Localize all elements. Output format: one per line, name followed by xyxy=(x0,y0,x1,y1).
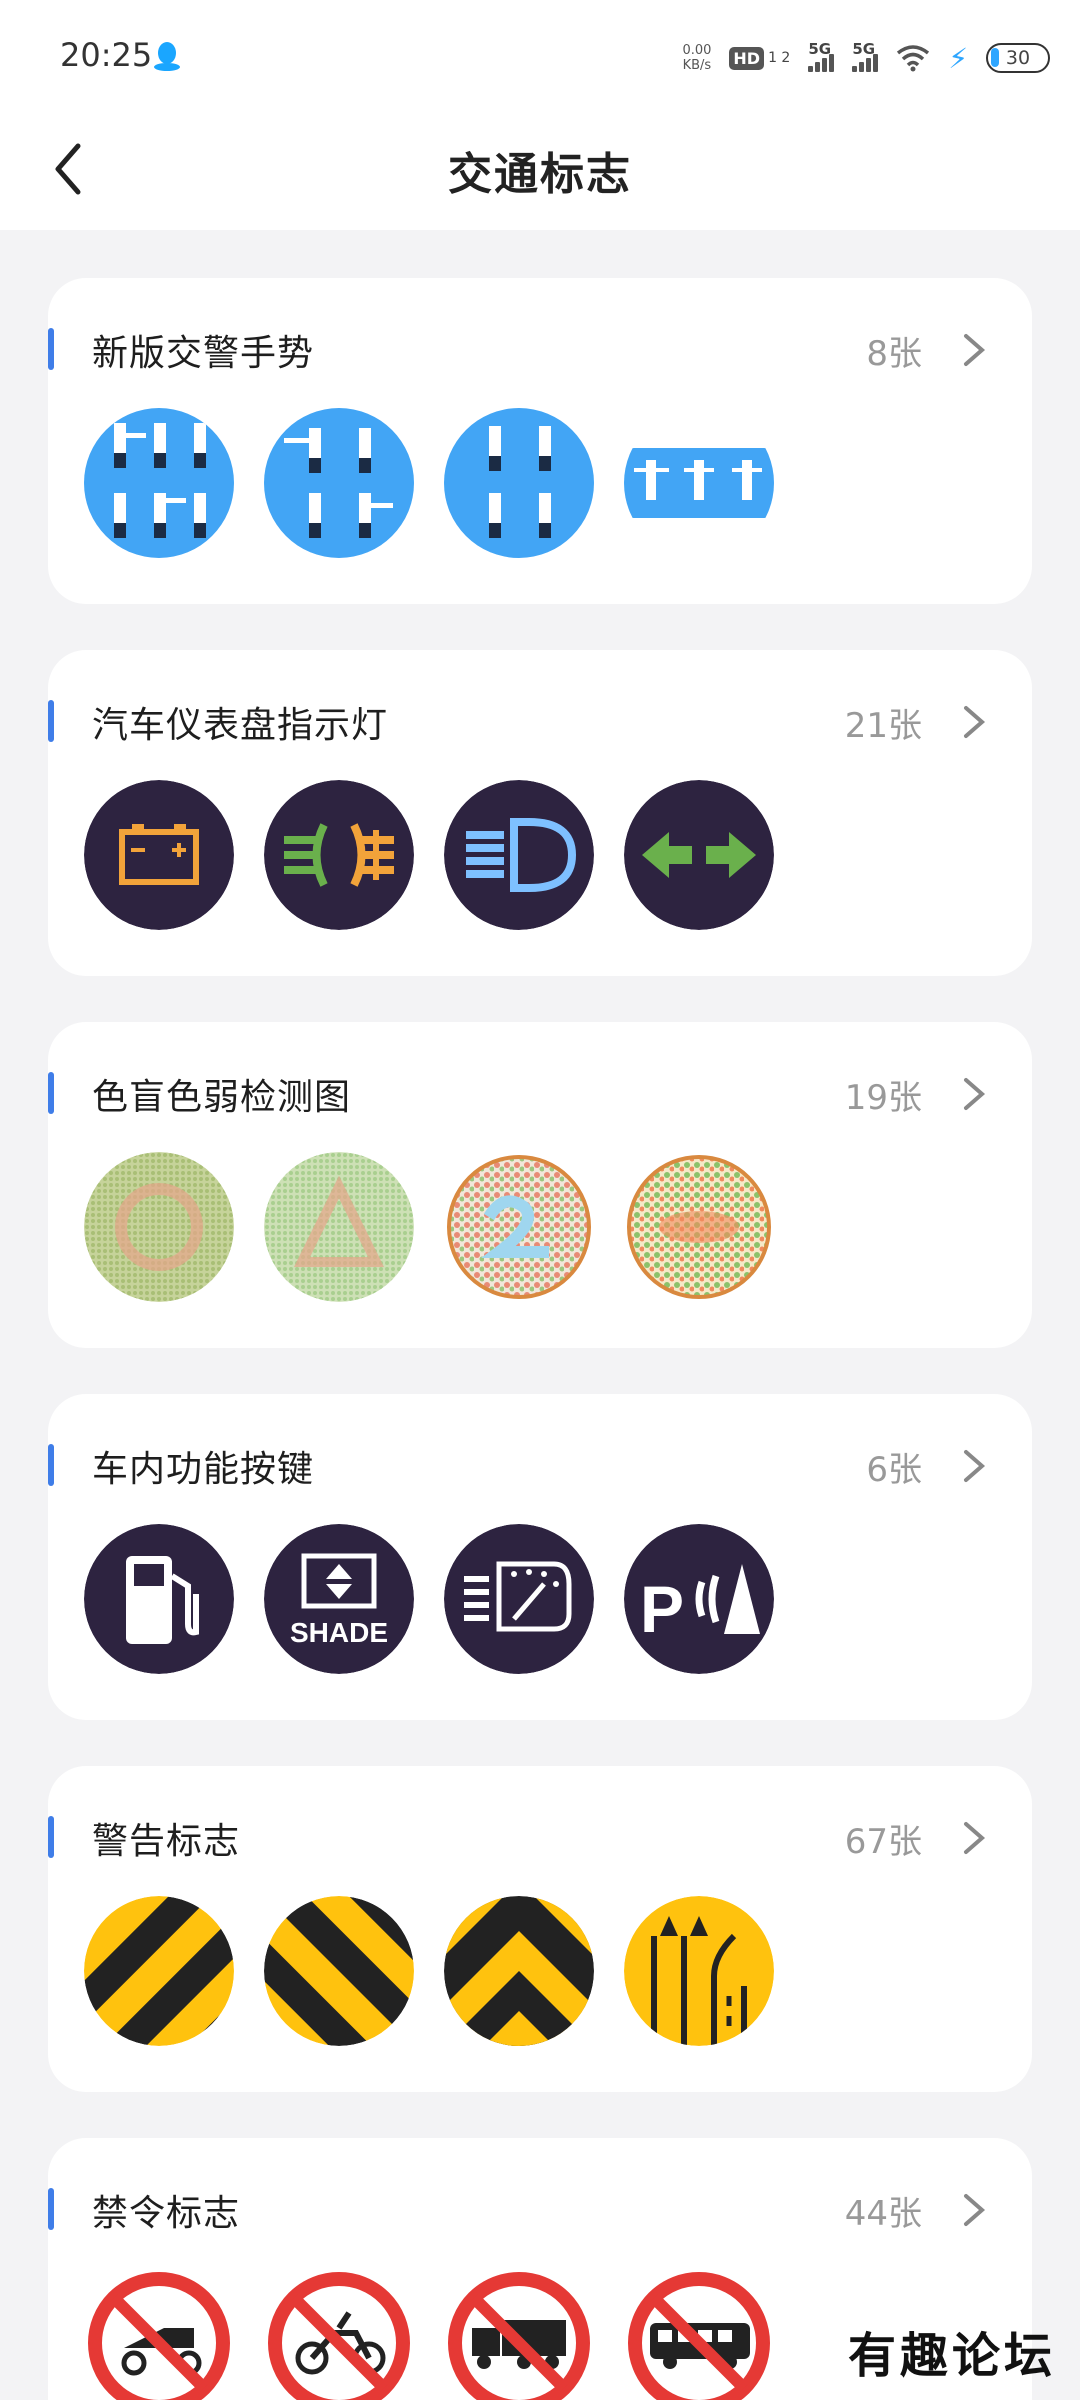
fog-light-icon[interactable] xyxy=(264,780,414,930)
shade-label: SHADE xyxy=(290,1617,388,1648)
card-accent-bar xyxy=(48,700,54,742)
signal-icon-2: 5G xyxy=(852,40,879,72)
category-list: 新版交警手势 8张 汽车仪表盘指示灯 21张 色盲色弱检测图 19张 车内功能按… xyxy=(48,278,1032,2400)
net-speed: 0.00 KB/s xyxy=(682,43,712,73)
shade-icon[interactable]: SHADE xyxy=(264,1524,414,1674)
color-test-dots[interactable] xyxy=(624,1152,774,1302)
category-title: 色盲色弱检测图 xyxy=(92,1077,352,1118)
chevron-right-icon[interactable] xyxy=(960,330,988,370)
card-accent-bar xyxy=(48,1072,54,1114)
category-count: 21张 xyxy=(844,706,922,746)
chevron-up-sign[interactable] xyxy=(444,1896,594,2046)
hd-sim-label: 1 2 xyxy=(768,49,791,66)
status-time: 20:25 xyxy=(60,36,153,74)
thumb-police-gesture[interactable] xyxy=(624,408,774,558)
category-count: 67张 xyxy=(844,1822,922,1862)
card-accent-bar xyxy=(48,2188,54,2230)
chevron-right-icon[interactable] xyxy=(960,1074,988,1114)
battery-icon: 30 xyxy=(986,43,1050,73)
no-bus-sign[interactable] xyxy=(624,2268,774,2400)
thumb-police-gesture[interactable] xyxy=(264,408,414,558)
qq-icon xyxy=(154,42,180,71)
no-truck-sign[interactable] xyxy=(444,2268,594,2400)
status-bar: 20:25 0.00 KB/s HD 1 2 5G 5G ⚡ 30 xyxy=(0,0,1080,110)
turn-signal-icon[interactable] xyxy=(624,780,774,930)
category-card[interactable]: 车内功能按键 6张 SHADE P xyxy=(48,1394,1032,1720)
category-card[interactable]: 新版交警手势 8张 xyxy=(48,278,1032,604)
category-count: 6张 xyxy=(866,1450,922,1490)
thumb-police-gesture[interactable] xyxy=(444,408,594,558)
chevron-right-icon[interactable] xyxy=(960,2190,988,2230)
category-title: 新版交警手势 xyxy=(92,333,315,374)
color-test-triangle[interactable] xyxy=(264,1152,414,1302)
category-card[interactable]: 警告标志 67张 xyxy=(48,1766,1032,2092)
wifi-icon xyxy=(897,45,930,72)
rear-wiper-icon[interactable] xyxy=(444,1524,594,1674)
chevron-right-icon[interactable] xyxy=(960,702,988,742)
category-count: 8张 xyxy=(866,334,922,374)
category-title: 警告标志 xyxy=(92,1821,241,1862)
card-accent-bar xyxy=(48,1444,54,1486)
park-assist-icon[interactable]: P xyxy=(624,1524,774,1674)
lane-sign[interactable] xyxy=(624,1896,774,2046)
charging-icon: ⚡ xyxy=(948,41,968,75)
app-header: 交通标志 xyxy=(0,110,1080,230)
category-card[interactable]: 汽车仪表盘指示灯 21张 xyxy=(48,650,1032,976)
no-motorcycle-sign[interactable] xyxy=(264,2268,414,2400)
no-tricycle-sign[interactable] xyxy=(84,2268,234,2400)
chevron-right-icon[interactable] xyxy=(960,1446,988,1486)
page-title: 交通标志 xyxy=(448,149,632,200)
signal-icon-1: 5G xyxy=(808,40,835,72)
watermark: 有趣论坛 xyxy=(847,2328,1056,2384)
hd-icon: HD xyxy=(729,46,765,70)
category-title: 禁令标志 xyxy=(92,2193,241,2234)
hazard-stripes-right[interactable] xyxy=(264,1896,414,2046)
hazard-stripes-left[interactable] xyxy=(84,1896,234,2046)
battery-light-icon[interactable] xyxy=(84,780,234,930)
category-card[interactable]: 色盲色弱检测图 19张 xyxy=(48,1022,1032,1348)
color-test-number[interactable] xyxy=(444,1152,594,1302)
color-test-circle[interactable] xyxy=(84,1152,234,1302)
high-beam-icon[interactable] xyxy=(444,780,594,930)
card-accent-bar xyxy=(48,328,54,370)
category-count: 44张 xyxy=(844,2194,922,2234)
fuel-icon[interactable] xyxy=(84,1524,234,1674)
category-title: 汽车仪表盘指示灯 xyxy=(92,705,389,746)
park-label: P xyxy=(640,1572,684,1646)
thumb-police-gesture[interactable] xyxy=(84,408,234,558)
category-count: 19张 xyxy=(844,1078,922,1118)
category-title: 车内功能按键 xyxy=(92,1449,315,1490)
chevron-right-icon[interactable] xyxy=(960,1818,988,1858)
card-accent-bar xyxy=(48,1816,54,1858)
